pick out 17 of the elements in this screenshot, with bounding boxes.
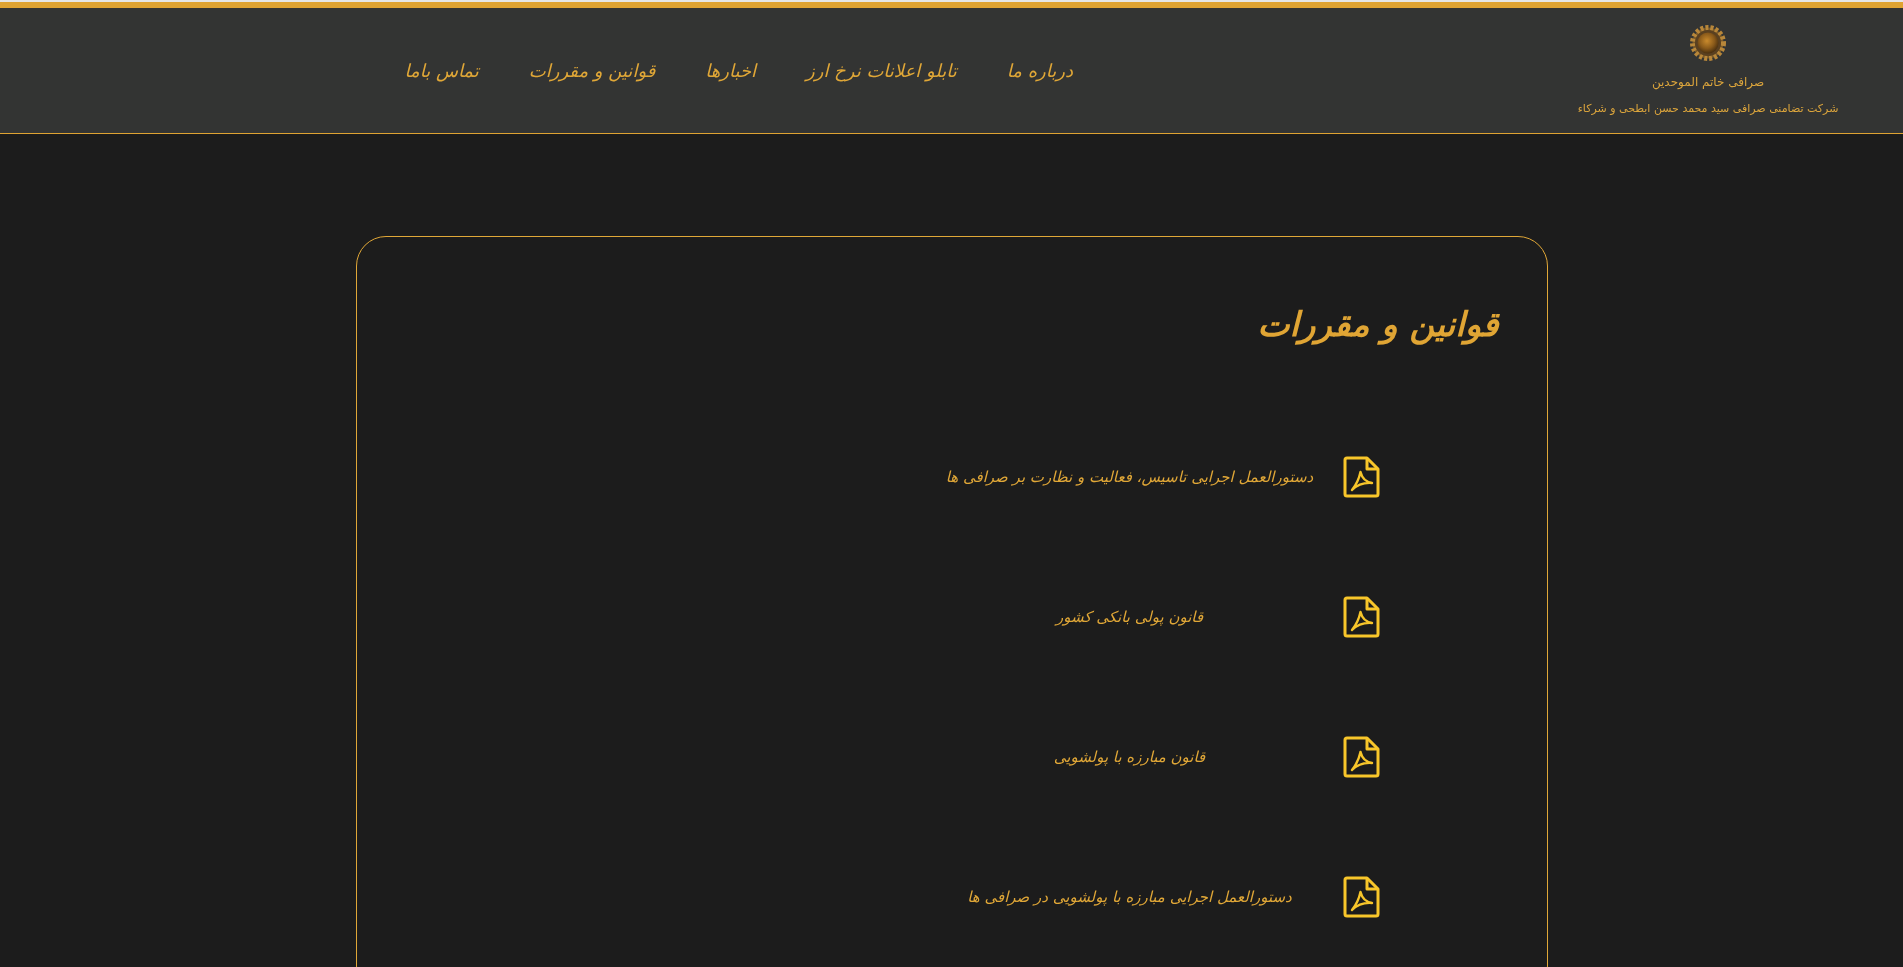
nav-link[interactable]: قوانین و مقررات bbox=[528, 56, 656, 85]
document-link[interactable]: دستورالعمل اجرایی مبارزه با پولشویی در صرافی ها bbox=[967, 885, 1292, 909]
nav-link[interactable]: درباره ما bbox=[1006, 56, 1073, 85]
nav-link[interactable]: اخبارها bbox=[705, 56, 756, 85]
pdf-file-icon[interactable] bbox=[1341, 876, 1380, 918]
pdf-file-icon[interactable] bbox=[1341, 596, 1380, 638]
document-link[interactable]: قانون مبارزه با پولشویی bbox=[1053, 745, 1206, 769]
pdf-file-icon[interactable] bbox=[1341, 736, 1380, 778]
document-link[interactable]: قانون پولی بانکی کشور bbox=[1055, 605, 1204, 629]
nav-link[interactable]: تماس باما bbox=[404, 56, 479, 85]
page-title: قوانین و مقررات bbox=[1257, 303, 1499, 347]
pdf-file-icon[interactable] bbox=[1341, 456, 1380, 498]
round-emblem-icon bbox=[1690, 24, 1726, 61]
company-name: شرکت تضامنی صرافی سید محمد حسن ابطحی و شرکاء bbox=[1577, 100, 1839, 117]
nav-link[interactable]: تابلو اعلانات نرخ ارز bbox=[806, 56, 957, 85]
brand-name: صرافی خاتم الموحدین bbox=[1651, 73, 1765, 91]
document-link[interactable]: دستورالعمل اجرایی تاسیس، فعالیت و نظارت بر صرافی ها bbox=[945, 465, 1314, 489]
